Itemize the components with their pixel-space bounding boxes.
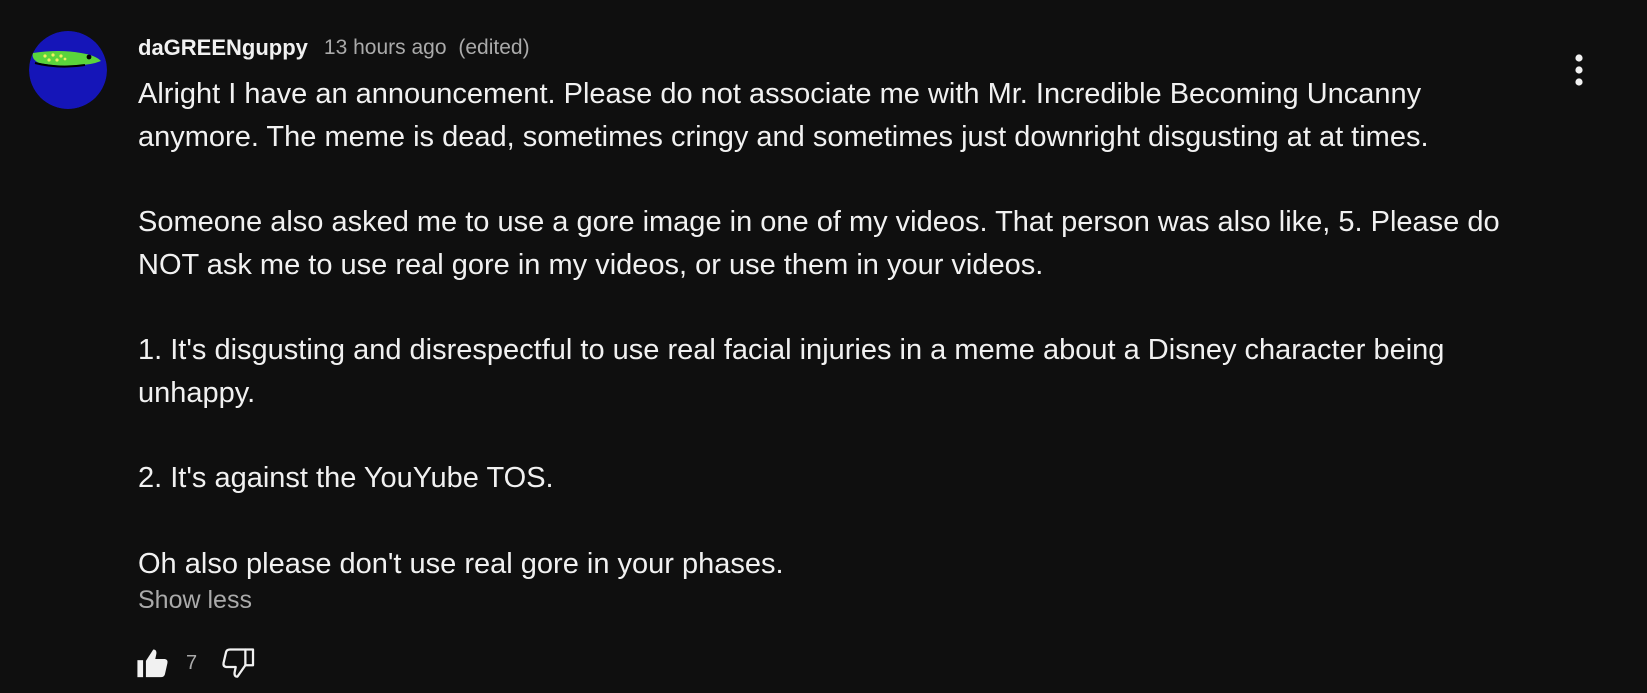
- dislike-button[interactable]: [221, 646, 255, 680]
- comment-paragraph: Someone also asked me to use a gore imag…: [138, 206, 1500, 281]
- author-name[interactable]: daGREENguppy: [138, 35, 308, 61]
- green-fish-avatar-icon: [29, 31, 107, 109]
- comment-paragraph: 1. It's disgusting and disrespectful to …: [138, 334, 1445, 409]
- comment-menu-button[interactable]: [1562, 48, 1596, 92]
- comment-thread: daGREENguppy 13 hours ago (edited) Alrig…: [0, 0, 1647, 693]
- vertical-ellipsis-icon: [1575, 54, 1583, 86]
- like-count: 7: [186, 651, 198, 674]
- thumbs-down-icon: [222, 648, 255, 678]
- comment-paragraph: Oh also please don't use real gore in yo…: [138, 547, 784, 580]
- comment-paragraph: Alright I have an announcement. Please d…: [138, 78, 1429, 153]
- edited-label: (edited): [458, 36, 530, 59]
- avatar[interactable]: [29, 31, 107, 109]
- comment-meta: 13 hours ago (edited): [324, 36, 530, 60]
- comment-actions: 7: [136, 643, 255, 683]
- comment-header: daGREENguppy 13 hours ago (edited): [138, 33, 530, 63]
- comment-timestamp[interactable]: 13 hours ago: [324, 36, 447, 59]
- show-less-button[interactable]: Show less: [138, 586, 252, 615]
- comment-paragraph: 2. It's against the YouYube TOS.: [138, 462, 554, 495]
- thumbs-up-icon: [137, 649, 168, 678]
- like-button[interactable]: [136, 646, 170, 680]
- comment-body: Alright I have an announcement. Please d…: [138, 73, 1548, 585]
